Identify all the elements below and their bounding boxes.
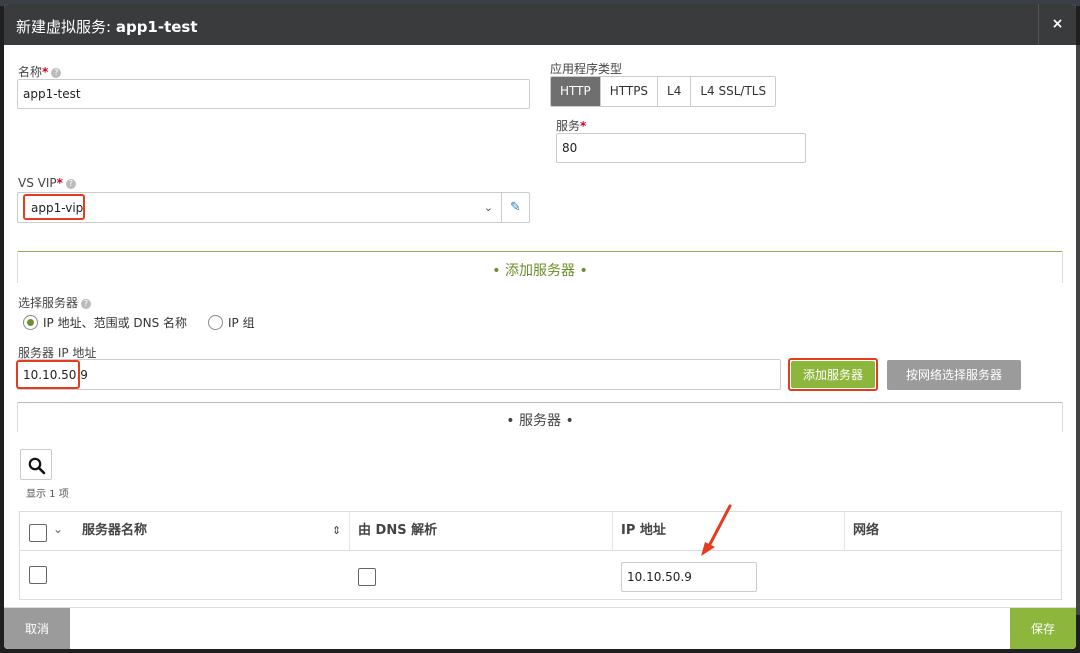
app-type-https[interactable]: HTTPS [600,77,659,106]
select-by-network-button[interactable]: 按网络选择服务器 [887,360,1021,390]
app-type-segmented: HTTP HTTPS L4 L4 SSL/TLS [550,76,777,107]
column-header-dns-resolved[interactable]: 由 DNS 解析 [358,512,437,550]
column-header-network[interactable]: 网络 [853,512,879,550]
highlight-box-vsvip [23,194,85,220]
section-divider [17,251,1063,252]
column-header-server-name[interactable]: 服务器名称 [82,512,147,550]
vsvip-select[interactable]: app1-vip ⌄ ✎ [17,192,530,223]
server-ip-input[interactable]: 10.10.50.9 [17,359,781,390]
modal-footer: 取消 保存 [4,607,1076,649]
add-server-button[interactable]: 添加服务器 [791,361,875,388]
search-button[interactable] [20,449,52,480]
select-server-label-text: 选择服务器 [18,296,79,310]
close-icon[interactable]: × [1038,4,1076,45]
app-type-http[interactable]: HTTP [551,77,601,106]
row-ip-value: 10.10.50.9 [627,570,692,584]
name-input-value: app1-test [23,87,81,101]
app-type-l4[interactable]: L4 [658,77,692,106]
save-button[interactable]: 保存 [1010,608,1076,649]
modal-title-name: app1-test [115,18,198,36]
required-mark: * [56,176,63,190]
required-mark: * [42,65,49,79]
help-icon[interactable]: ? [65,179,76,189]
radio-ip-dns[interactable]: IP 地址、范围或 DNS 名称 [23,314,187,331]
service-port-value: 80 [562,141,578,155]
column-separator [612,512,613,550]
name-label: 名称*? [18,63,62,80]
dns-resolved-checkbox[interactable] [358,568,376,586]
vsvip-label: VS VIP*? [18,176,76,190]
column-separator [349,512,350,550]
name-label-text: 名称 [18,65,43,79]
sort-icon[interactable]: ⇕ [332,524,341,537]
app-type-l4-ssl-tls[interactable]: L4 SSL/TLS [691,77,776,106]
name-input[interactable]: app1-test [17,79,530,109]
chevron-down-icon[interactable]: ⌄ [484,201,493,214]
column-header-ip-address[interactable]: IP 地址 [621,512,666,550]
header-row-separator [20,550,1061,551]
servers-section-title: • 服务器 • [506,413,574,429]
add-server-section-title: • 添加服务器 • [492,263,588,279]
app-type-label: 应用程序类型 [550,62,623,76]
modal-title: 新建虚拟服务: app1-test [16,16,198,37]
pencil-icon[interactable]: ✎ [501,193,529,222]
scrollbar[interactable] [1076,45,1080,615]
search-icon [28,457,46,475]
service-label: 服务* [556,117,586,134]
vsvip-label-text: VS VIP [18,176,57,190]
help-icon[interactable]: ? [51,68,62,78]
cancel-button[interactable]: 取消 [4,608,70,649]
service-label-text: 服务 [556,119,581,133]
new-virtual-service-modal: 新建虚拟服务: app1-test × 名称*? app1-test 应用程序类… [4,4,1076,649]
row-ip-input[interactable]: 10.10.50.9 [621,562,757,592]
chevron-down-icon[interactable]: ⌄ [53,522,63,536]
row-select-checkbox[interactable] [29,566,47,584]
radio-ip-group[interactable]: IP 组 [208,314,255,331]
help-icon[interactable]: ? [81,299,92,309]
radio-ip-dns-label: IP 地址、范围或 DNS 名称 [43,316,188,330]
required-mark: * [580,119,587,133]
radio-ip-group-label: IP 组 [228,316,255,330]
service-port-input[interactable]: 80 [556,133,806,163]
radio-unselected-icon[interactable] [208,315,223,330]
column-separator [844,512,845,550]
annotation-arrow-icon [701,504,732,556]
modal-title-prefix: 新建虚拟服务: [16,18,116,36]
select-server-label: 选择服务器? [18,294,92,311]
servers-table: ⌄ 服务器名称 ⇕ 由 DNS 解析 IP 地址 网络 10.10.50.9 [19,511,1062,600]
item-count: 显示 1 项 [26,489,69,500]
radio-selected-icon[interactable] [23,315,38,330]
section-divider [17,402,1063,403]
modal-header: 新建虚拟服务: app1-test × [4,4,1076,45]
select-all-checkbox[interactable] [29,524,47,542]
highlight-box-server-ip [16,360,80,389]
